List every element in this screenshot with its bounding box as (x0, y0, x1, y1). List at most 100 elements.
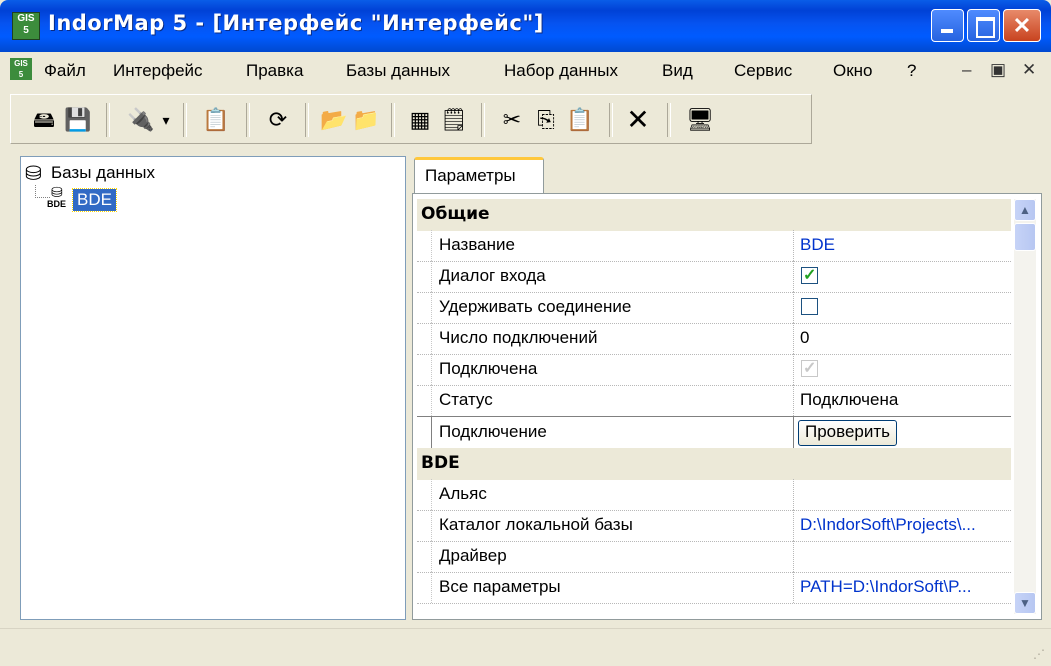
scroll-down-icon[interactable]: ▼ (1014, 592, 1036, 614)
property-row[interactable]: Диалог входа ✓ (417, 261, 1011, 293)
menu-file[interactable]: Файл (44, 61, 86, 81)
menu-interface[interactable]: Интерфейс (113, 61, 203, 81)
connected-checkbox: ✓ (801, 360, 818, 377)
toolbar-separator (246, 103, 250, 137)
property-value[interactable]: D:\IndorSoft\Projects\... (800, 515, 976, 535)
bde-icon-caption: BDE (47, 199, 67, 209)
section-bde[interactable]: BDE (417, 448, 1011, 480)
database-tree[interactable]: ⛁ Базы данных ⛁ BDE BDE (20, 156, 406, 620)
property-row[interactable]: Все параметры PATH=D:\IndorSoft\P... (417, 572, 1011, 604)
sql-table-icon[interactable]: 🗒 (439, 105, 469, 135)
tree-root-label[interactable]: Базы данных (51, 163, 155, 183)
menu-service[interactable]: Сервис (734, 61, 792, 81)
menu-help[interactable]: ? (907, 61, 916, 81)
property-row[interactable]: Каталог локальной базы D:\IndorSoft\Proj… (417, 510, 1011, 542)
minimize-button[interactable] (931, 9, 964, 42)
section-general[interactable]: Общие (417, 199, 1011, 231)
property-row[interactable]: Число подключений 0 (417, 323, 1011, 355)
maximize-button[interactable] (967, 9, 1000, 42)
property-row[interactable]: Удерживать соединение (417, 292, 1011, 324)
sql-icon[interactable]: 🖥 (685, 105, 715, 135)
toolbar-separator (305, 103, 309, 137)
toolbar-separator (391, 103, 395, 137)
property-row[interactable]: Подключена ✓ (417, 354, 1011, 386)
property-row-selected[interactable]: Подключение Проверить (417, 416, 1011, 449)
cut-icon[interactable]: ✂ (497, 105, 527, 135)
login-dialog-checkbox[interactable]: ✓ (801, 267, 818, 284)
tab-parameters[interactable]: Параметры (414, 157, 544, 193)
toolbar-separator (667, 103, 671, 137)
menu-databases[interactable]: Базы данных (346, 61, 450, 81)
property-label: Подключение (439, 422, 547, 441)
main-window: GIS 5 IndorMap 5 - [Интерфейс "Интерфейс"… (0, 0, 1051, 666)
property-label: Драйвер (439, 546, 507, 565)
tab-content: Общие Название BDE Диалог входа ✓ Удержи… (412, 193, 1042, 620)
menu-dataset[interactable]: Набор данных (504, 61, 618, 81)
dropdown-arrow-icon[interactable]: ▾ (151, 105, 181, 135)
window-title: IndorMap 5 - [Интерфейс "Интерфейс"] (48, 11, 544, 35)
property-label: Все параметры (439, 577, 561, 596)
property-row[interactable]: Название BDE (417, 230, 1011, 262)
copy-icon[interactable]: ⎘ (531, 105, 561, 135)
minimize-icon (941, 29, 953, 33)
tree-item-bde[interactable]: BDE (72, 188, 117, 212)
bde-db-icon: ⛁ (51, 184, 63, 200)
document-logo-icon[interactable]: GIS 5 (10, 58, 32, 80)
keep-connection-checkbox[interactable] (801, 298, 818, 315)
mdi-minimize-icon[interactable]: – (962, 60, 971, 80)
toolbar-separator (106, 103, 110, 137)
app-logo-icon: GIS 5 (12, 12, 40, 40)
toolbar-separator (183, 103, 187, 137)
table-icon[interactable]: ▦ (405, 105, 435, 135)
new-folder-icon[interactable]: 📁 (351, 105, 381, 135)
property-value[interactable]: 0 (800, 328, 809, 348)
tree-connector (35, 185, 50, 198)
save-icon[interactable]: 💾 (63, 105, 93, 135)
property-label: Удерживать соединение (439, 297, 632, 316)
property-row[interactable]: Драйвер (417, 541, 1011, 573)
property-label: Каталог локальной базы (439, 515, 633, 534)
property-value[interactable]: BDE (800, 235, 835, 255)
vertical-scrollbar[interactable]: ▲ ▼ (1014, 199, 1036, 614)
title-bar[interactable]: GIS 5 IndorMap 5 - [Интерфейс "Интерфейс"… (0, 0, 1051, 52)
property-row[interactable]: Статус Подключена (417, 385, 1011, 417)
property-row[interactable]: Альяс (417, 479, 1011, 511)
refresh-icon[interactable]: ⟳ (263, 105, 293, 135)
status-bar: ⋰ (0, 628, 1051, 666)
databases-root-icon: ⛁ (25, 163, 42, 185)
scroll-thumb[interactable] (1014, 223, 1036, 251)
mdi-restore-icon[interactable]: ▣ (990, 60, 1006, 80)
properties-icon[interactable]: 📋 (201, 105, 231, 135)
maximize-icon (976, 17, 995, 38)
property-label: Диалог входа (439, 266, 546, 285)
scroll-up-icon[interactable]: ▲ (1014, 199, 1036, 221)
menu-window[interactable]: Окно (833, 61, 873, 81)
property-label: Число подключений (439, 328, 598, 347)
property-label: Альяс (439, 484, 487, 503)
delete-icon[interactable]: ✕ (623, 105, 653, 135)
paste-icon[interactable]: 📋 (565, 105, 595, 135)
section-label: Общие (421, 204, 490, 224)
properties-panel: Параметры Общие Название BDE Диалог вход… (408, 150, 1042, 620)
property-grid: Общие Название BDE Диалог входа ✓ Удержи… (417, 199, 1011, 614)
new-db-icon[interactable]: 🖴 (29, 105, 59, 135)
menu-view[interactable]: Вид (662, 61, 693, 81)
toolbar: 🖴 💾 🔌 ▾ 📋 ⟳ 📂 📁 ▦ 🗒 ✂ ⎘ 📋 ✕ 🖥 (0, 88, 1051, 150)
toolbar-strip: 🖴 💾 🔌 ▾ 📋 ⟳ 📂 📁 ▦ 🗒 ✂ ⎘ 📋 ✕ 🖥 (10, 94, 812, 144)
section-label: BDE (421, 453, 460, 473)
toolbar-separator (609, 103, 613, 137)
property-label: Название (439, 235, 515, 254)
check-icon: ✓ (803, 267, 817, 284)
resize-grip-icon[interactable]: ⋰ (1033, 647, 1045, 661)
check-icon: ✓ (803, 360, 817, 377)
check-connection-button[interactable]: Проверить (798, 420, 898, 446)
open-icon[interactable]: 📂 (319, 105, 349, 135)
property-label: Статус (439, 390, 493, 409)
menu-edit[interactable]: Правка (246, 61, 303, 81)
property-value: Подключена (800, 390, 899, 409)
menu-bar: GIS 5 Файл Интерфейс Правка Базы данных Н… (0, 52, 1051, 88)
mdi-close-icon[interactable]: ✕ (1022, 60, 1036, 80)
property-value[interactable]: PATH=D:\IndorSoft\P... (800, 577, 972, 597)
close-icon: ✕ (1012, 13, 1032, 38)
close-button[interactable]: ✕ (1003, 9, 1041, 42)
